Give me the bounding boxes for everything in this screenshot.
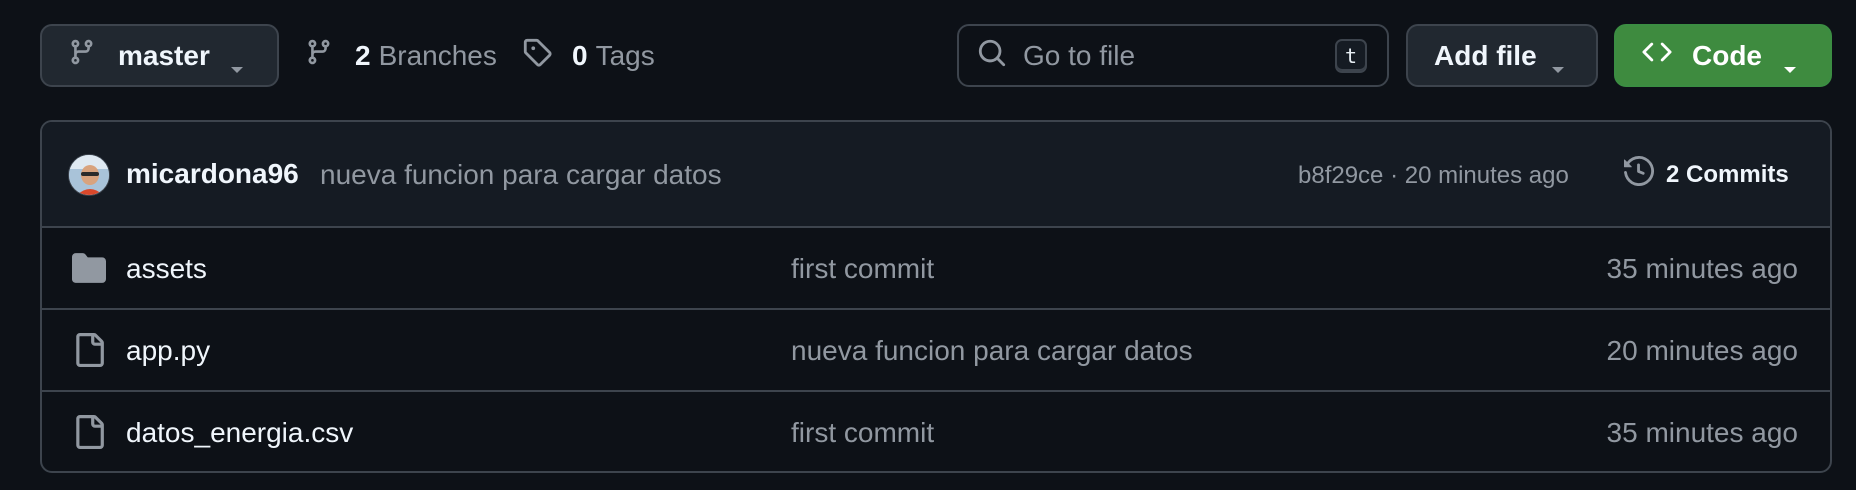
git-branch-icon (305, 37, 333, 74)
tags-link[interactable]: 0 Tags (522, 24, 655, 87)
branch-name: master (118, 39, 210, 71)
code-icon (1642, 37, 1672, 74)
code-button[interactable]: Code (1614, 24, 1832, 87)
chevron-down-icon (1782, 51, 1798, 83)
branches-label: Branches (378, 39, 497, 71)
branches-count: 2 (355, 39, 371, 71)
commit-author[interactable]: micardona96 (126, 158, 299, 190)
branches-link[interactable]: 2 Branches (305, 24, 497, 87)
latest-commit-header: micardona96 nueva funcion para cargar da… (42, 122, 1830, 228)
tags-label: Tags (595, 39, 655, 71)
tags-count: 0 (572, 39, 588, 71)
file-listing: micardona96 nueva funcion para cargar da… (40, 120, 1832, 473)
chevron-down-icon (1550, 51, 1566, 83)
file-icon (72, 333, 106, 372)
file-name[interactable]: app.py (126, 335, 210, 367)
file-commit-message[interactable]: first commit (791, 253, 934, 285)
add-file-button[interactable]: Add file (1406, 24, 1598, 87)
branch-selector-button[interactable]: master (40, 24, 279, 87)
file-icon (72, 415, 106, 454)
git-branch-icon (68, 37, 96, 74)
add-file-label: Add file (1434, 39, 1537, 71)
avatar[interactable] (68, 154, 110, 196)
history-icon (1624, 155, 1655, 193)
file-commit-message[interactable]: nueva funcion para cargar datos (791, 335, 1193, 367)
file-name[interactable]: datos_energia.csv (126, 417, 353, 449)
folder-icon (72, 251, 106, 290)
tag-icon (522, 37, 552, 74)
file-commit-time: 20 minutes ago (1606, 335, 1798, 366)
file-row[interactable]: datos_energia.csv first commit 35 minute… (42, 392, 1830, 471)
keyboard-shortcut-hint: t (1335, 39, 1367, 73)
search-input[interactable] (1023, 39, 1323, 72)
commit-hash-time[interactable]: b8f29ce · 20 minutes ago (1298, 162, 1569, 190)
code-label: Code (1692, 39, 1762, 71)
file-commit-message[interactable]: first commit (791, 417, 934, 449)
file-commit-time: 35 minutes ago (1606, 417, 1798, 448)
search-icon (977, 38, 1007, 73)
chevron-down-icon (229, 51, 245, 83)
file-row[interactable]: app.py nueva funcion para cargar datos 2… (42, 310, 1830, 392)
file-name[interactable]: assets (126, 253, 207, 285)
file-row[interactable]: assets first commit 35 minutes ago (42, 228, 1830, 310)
commits-count-label: 2 Commits (1666, 160, 1789, 188)
file-commit-time: 35 minutes ago (1606, 253, 1798, 284)
commits-history-link[interactable]: 2 Commits (1624, 155, 1789, 193)
commit-message[interactable]: nueva funcion para cargar datos (320, 159, 722, 191)
go-to-file-search[interactable]: t (957, 24, 1389, 87)
